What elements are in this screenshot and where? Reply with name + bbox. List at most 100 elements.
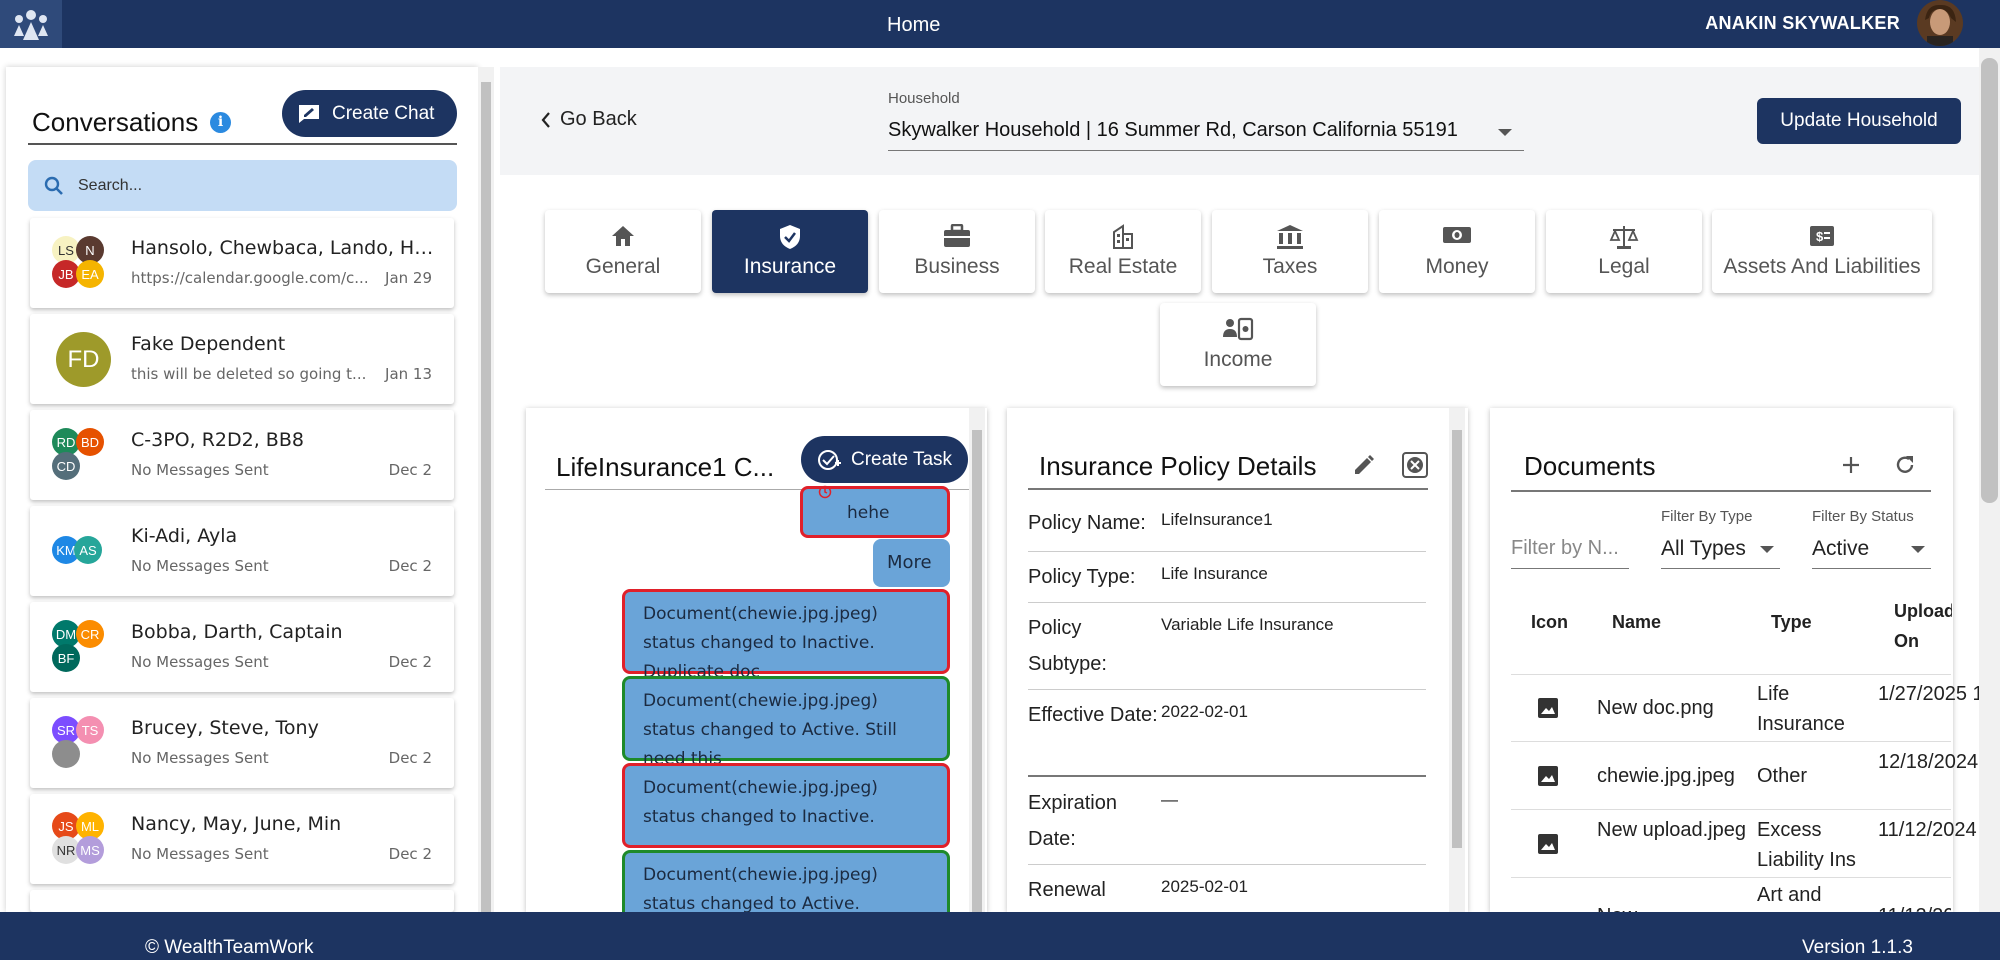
tab-general[interactable]: General: [545, 210, 701, 293]
chevron-down-icon: [1760, 546, 1774, 553]
task-panel-scrollbar[interactable]: [969, 408, 985, 912]
column-header[interactable]: Name: [1612, 612, 1661, 633]
conversation-preview: No Messages Sent: [131, 845, 269, 863]
conversation-name: Fake Dependent: [131, 333, 286, 355]
svg-text:$: $: [1816, 229, 1824, 244]
tab-label: Taxes: [1262, 255, 1318, 278]
tab-assets-and-liabilities[interactable]: $ Assets And Liabilities: [1712, 210, 1932, 293]
conversation-date: Dec 2: [388, 653, 432, 671]
conversation-item[interactable]: FD Fake Dependent this will be deleted s…: [30, 314, 454, 404]
conversation-name: C-3PO, R2D2, BB8: [131, 429, 304, 451]
table-row[interactable]: chewie.jpg.jpeg Other 12/18/2024 07:52 A…: [1511, 743, 2000, 810]
policy-row: Policy Type: Life Insurance: [1028, 553, 1426, 603]
tab-income[interactable]: Income: [1160, 303, 1316, 386]
tab-label: Real Estate: [1068, 255, 1178, 278]
user-name[interactable]: ANAKIN SKYWALKER: [1705, 13, 1900, 34]
conversation-name: Nancy, May, June, Min: [131, 813, 342, 835]
task-message: Document(chewie.jpg.jpeg) status changed…: [622, 763, 950, 848]
go-back-label: Go Back: [560, 108, 637, 130]
conversation-item[interactable]: KM AS Ki-Adi, Ayla No Messages Sent Dec …: [30, 506, 454, 596]
policy-row: Expiration Date: —: [1028, 779, 1426, 865]
conversations-scrollbar[interactable]: [478, 67, 494, 912]
tab-real-estate[interactable]: Real Estate: [1045, 210, 1201, 293]
top-bar: Home ANAKIN SKYWALKER: [0, 0, 2000, 48]
tab-label: Insurance: [743, 255, 837, 278]
clock-icon: [818, 485, 832, 499]
conversation-date: Dec 2: [388, 461, 432, 479]
tab-label: General: [585, 255, 661, 278]
image-icon: [1538, 766, 1558, 786]
documents-title: Documents: [1524, 451, 1656, 481]
policy-row: Policy Subtype: Variable Life Insurance: [1028, 604, 1426, 690]
conversation-item[interactable]: SR TS Brucey, Steve, Tony No Messages Se…: [30, 698, 454, 788]
team-logo-icon: [14, 10, 48, 40]
filter-status-select[interactable]: Active: [1812, 532, 1931, 569]
shield-check-icon: [780, 225, 800, 249]
building-icon: [1113, 224, 1133, 249]
task-panel-title: LifeInsurance1 C...: [556, 452, 775, 482]
update-household-button[interactable]: Update Household: [1757, 98, 1961, 144]
briefcase-icon: [944, 224, 970, 247]
tab-taxes[interactable]: Taxes: [1212, 210, 1368, 293]
conversation-preview: No Messages Sent: [131, 749, 269, 767]
conversation-item[interactable]: JS ML NR MS Nancy, May, June, Min No Mes…: [30, 794, 454, 884]
conversation-date: Dec 2: [388, 749, 432, 767]
page-scrollbar[interactable]: [1979, 48, 2000, 912]
table-row[interactable]: New doc.png Life Insurance 1/27/2025 10:…: [1511, 675, 2000, 742]
tab-legal[interactable]: Legal: [1546, 210, 1702, 293]
table-row[interactable]: New upload.jpeg Excess Liability Ins 11/…: [1511, 811, 2000, 878]
filter-status-label: Filter By Status: [1812, 508, 1914, 525]
table-row[interactable]: New Art and 11/12/2024: [1511, 879, 1951, 912]
chevron-left-icon: [541, 111, 550, 128]
app-logo[interactable]: [0, 0, 62, 48]
divider: [28, 143, 457, 145]
create-task-label: Create Task: [851, 448, 953, 470]
version: Version 1.1.3: [1802, 937, 1913, 958]
conversation-item[interactable]: LS N JB EA Hansolo, Chewbaca, Lando, Ha.…: [30, 218, 454, 308]
task-message: Document(chewie.jpg.jpeg) status changed…: [622, 589, 950, 682]
search-placeholder: Search...: [78, 176, 143, 194]
filter-by-name-input[interactable]: Filter by N...: [1511, 532, 1629, 569]
go-back-button[interactable]: Go Back: [540, 108, 637, 131]
filter-type-select[interactable]: All Types: [1661, 532, 1780, 569]
conversation-item[interactable]: DM CR BF Bobba, Darth, Captain No Messag…: [30, 602, 454, 692]
avatar-group: KM AS: [52, 524, 108, 580]
create-chat-button[interactable]: Create Chat: [282, 90, 457, 137]
column-header[interactable]: Type: [1771, 612, 1812, 633]
filter-type-label: Filter By Type: [1661, 508, 1753, 525]
image-icon: [1538, 698, 1558, 718]
policy-row: Effective Date: 2022-02-01: [1028, 691, 1426, 777]
photo-avatar: [52, 740, 80, 768]
create-task-button[interactable]: Create Task: [801, 436, 968, 483]
household-label: Household: [888, 90, 960, 107]
tab-money[interactable]: Money: [1379, 210, 1535, 293]
tab-label: Income: [1203, 348, 1273, 371]
conversation-date: Jan 29: [385, 269, 432, 287]
edit-icon[interactable]: [1352, 453, 1376, 477]
divider: [1028, 488, 1428, 490]
conversation-item[interactable]: [30, 890, 454, 912]
policy-details-title: Insurance Policy Details: [1039, 451, 1317, 481]
copyright: © WealthTeamWork: [145, 937, 314, 958]
money-icon: [1443, 227, 1471, 243]
household-select[interactable]: Skywalker Household | 16 Summer Rd, Cars…: [888, 116, 1524, 151]
tab-insurance[interactable]: Insurance: [712, 210, 868, 293]
tab-label: Money: [1425, 255, 1489, 278]
user-avatar[interactable]: [1917, 0, 1963, 46]
info-icon[interactable]: i: [210, 112, 231, 133]
conversation-preview: https://calendar.google.com/c...: [131, 269, 369, 287]
footer: © WealthTeamWork Version 1.1.3: [0, 912, 2000, 960]
add-icon[interactable]: [1841, 455, 1861, 475]
conversation-item[interactable]: RD BD CD C-3PO, R2D2, BB8 No Messages Se…: [30, 410, 454, 500]
policy-panel-scrollbar[interactable]: [1449, 408, 1465, 912]
column-header[interactable]: Upload On: [1894, 596, 1952, 656]
close-icon[interactable]: [1402, 452, 1428, 478]
conversation-preview: No Messages Sent: [131, 461, 269, 479]
column-header[interactable]: Icon: [1531, 612, 1568, 633]
home-icon: [612, 226, 634, 246]
tab-business[interactable]: Business: [879, 210, 1035, 293]
conversation-search-input[interactable]: Search...: [28, 160, 457, 211]
conversation-date: Dec 2: [388, 557, 432, 575]
tab-label: Legal: [1598, 255, 1650, 278]
refresh-icon[interactable]: [1893, 453, 1917, 477]
